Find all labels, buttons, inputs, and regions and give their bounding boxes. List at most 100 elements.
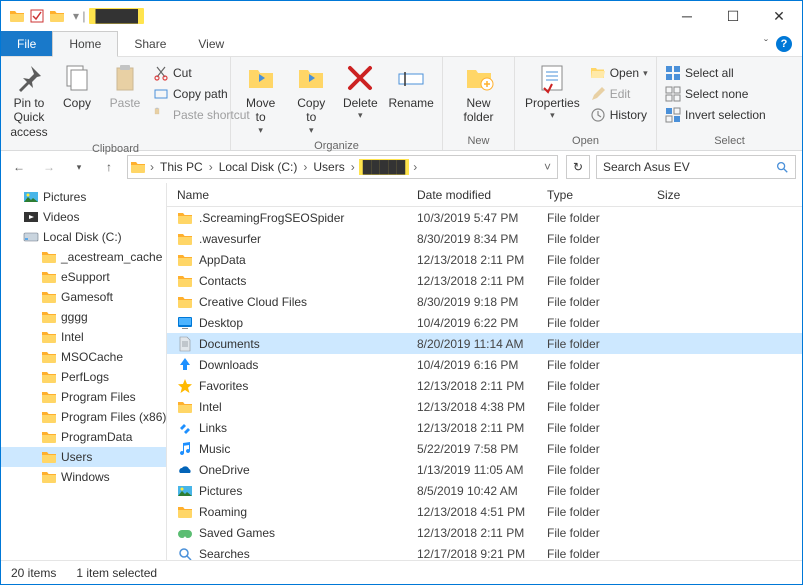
- tree-item-label: Pictures: [43, 190, 86, 204]
- crumb-current[interactable]: █████: [359, 159, 410, 175]
- table-row[interactable]: Links12/13/2018 2:11 PMFile folder: [167, 417, 802, 438]
- music-icon: [177, 441, 193, 457]
- folder-icon: [41, 469, 57, 485]
- chevron-right-icon[interactable]: ›: [349, 160, 357, 174]
- tree-item[interactable]: ProgramData: [1, 427, 166, 447]
- help-icon[interactable]: ?: [776, 36, 792, 52]
- file-type: File folder: [547, 379, 657, 393]
- nav-tree[interactable]: Pictures VideosLocal Disk (C:)_acestream_…: [1, 183, 167, 563]
- tree-item[interactable]: eSupport: [1, 267, 166, 287]
- table-row[interactable]: Intel12/13/2018 4:38 PMFile folder: [167, 396, 802, 417]
- minimize-button[interactable]: ─: [664, 1, 710, 31]
- tree-item[interactable]: Users: [1, 447, 166, 467]
- recent-button[interactable]: ▾: [67, 155, 91, 179]
- tree-item[interactable]: PerfLogs: [1, 367, 166, 387]
- tab-view[interactable]: View: [182, 31, 240, 56]
- address-dropdown-icon[interactable]: ˅: [544, 160, 551, 174]
- table-row[interactable]: AppData12/13/2018 2:11 PMFile folder: [167, 249, 802, 270]
- tab-share[interactable]: Share: [118, 31, 182, 56]
- tree-item[interactable]: Gamesoft: [1, 287, 166, 307]
- tree-item[interactable]: Program Files (x86): [1, 407, 166, 427]
- maximize-button[interactable]: ☐: [710, 1, 756, 31]
- table-row[interactable]: .wavesurfer8/30/2019 8:34 PMFile folder: [167, 228, 802, 249]
- copy-to-button[interactable]: Copy to▾: [286, 59, 336, 139]
- ribbon-collapse-icon[interactable]: ˇ: [764, 37, 768, 51]
- search-input[interactable]: Search Asus EV: [596, 155, 796, 179]
- file-type: File folder: [547, 358, 657, 372]
- pin-to-quick-access-button[interactable]: Pin to Quick access: [5, 59, 53, 142]
- crumb-disk[interactable]: Local Disk (C:): [217, 160, 300, 174]
- folder-icon: [41, 289, 57, 305]
- select-all-button[interactable]: Select all: [661, 63, 770, 83]
- invert-selection-button[interactable]: Invert selection: [661, 105, 770, 125]
- crumb-thispc[interactable]: This PC: [158, 160, 205, 174]
- properties-button[interactable]: Properties▾: [519, 59, 586, 124]
- tree-item[interactable]: Videos: [1, 207, 166, 227]
- paste-shortcut-button[interactable]: Paste shortcut: [149, 105, 254, 125]
- tree-item[interactable]: Intel: [1, 327, 166, 347]
- tree-item[interactable]: gggg: [1, 307, 166, 327]
- table-row[interactable]: Contacts12/13/2018 2:11 PMFile folder: [167, 270, 802, 291]
- desktop-icon: [177, 315, 193, 331]
- chevron-right-icon[interactable]: ›: [411, 160, 419, 174]
- move-to-button[interactable]: Move to▾: [235, 59, 286, 139]
- search-placeholder: Search Asus EV: [603, 160, 690, 174]
- search-icon[interactable]: [775, 160, 789, 174]
- chevron-right-icon[interactable]: ›: [301, 160, 309, 174]
- back-button[interactable]: ←: [7, 155, 31, 179]
- up-button[interactable]: ↑: [97, 155, 121, 179]
- file-type: File folder: [547, 526, 657, 540]
- new-folder-button[interactable]: New folder: [447, 59, 510, 128]
- file-name: Roaming: [199, 505, 247, 519]
- file-menu[interactable]: File: [1, 31, 52, 56]
- address-bar[interactable]: › This PC › Local Disk (C:) › Users › ██…: [127, 155, 558, 179]
- table-row[interactable]: Creative Cloud Files8/30/2019 9:18 PMFil…: [167, 291, 802, 312]
- table-row[interactable]: Music5/22/2019 7:58 PMFile folder: [167, 438, 802, 459]
- table-row[interactable]: OneDrive1/13/2019 11:05 AMFile folder: [167, 459, 802, 480]
- tree-item[interactable]: Program Files: [1, 387, 166, 407]
- folder-icon: [41, 409, 57, 425]
- tree-item[interactable]: MSOCache: [1, 347, 166, 367]
- copy-button[interactable]: Copy: [53, 59, 101, 113]
- table-row[interactable]: Documents8/20/2019 11:14 AMFile folder: [167, 333, 802, 354]
- paste-button[interactable]: Paste: [101, 59, 149, 113]
- file-date: 5/22/2019 7:58 PM: [417, 442, 547, 456]
- folder-icon: [41, 249, 57, 265]
- refresh-button[interactable]: ↻: [566, 155, 590, 179]
- tab-home[interactable]: Home: [52, 31, 118, 57]
- col-date[interactable]: Date modified: [417, 188, 547, 202]
- table-row[interactable]: Downloads10/4/2019 6:16 PMFile folder: [167, 354, 802, 375]
- tree-item[interactable]: Local Disk (C:): [1, 227, 166, 247]
- col-type[interactable]: Type: [547, 188, 657, 202]
- rename-button[interactable]: Rename: [384, 59, 438, 113]
- select-none-button[interactable]: Select none: [661, 84, 770, 104]
- folder-icon: [177, 210, 193, 226]
- history-button[interactable]: History: [586, 105, 652, 125]
- close-button[interactable]: ✕: [756, 1, 802, 31]
- tree-item[interactable]: _acestream_cache: [1, 247, 166, 267]
- tree-item[interactable]: Pictures: [1, 187, 166, 207]
- file-name: OneDrive: [199, 463, 250, 477]
- col-size[interactable]: Size: [657, 188, 717, 202]
- file-name: Desktop: [199, 316, 243, 330]
- table-row[interactable]: Pictures8/5/2019 10:42 AMFile folder: [167, 480, 802, 501]
- tree-item[interactable]: Windows: [1, 467, 166, 487]
- table-row[interactable]: .ScreamingFrogSEOSpider10/3/2019 5:47 PM…: [167, 207, 802, 228]
- edit-button[interactable]: Edit: [586, 84, 652, 104]
- file-type: File folder: [547, 211, 657, 225]
- col-name[interactable]: Name: [167, 188, 417, 202]
- table-row[interactable]: Desktop10/4/2019 6:22 PMFile folder: [167, 312, 802, 333]
- open-button[interactable]: Open ▾: [586, 63, 652, 83]
- table-row[interactable]: Roaming12/13/2018 4:51 PMFile folder: [167, 501, 802, 522]
- chevron-right-icon[interactable]: ›: [207, 160, 215, 174]
- file-name: .ScreamingFrogSEOSpider: [199, 211, 344, 225]
- file-name: AppData: [199, 253, 246, 267]
- crumb-users[interactable]: Users: [311, 160, 346, 174]
- file-date: 8/30/2019 9:18 PM: [417, 295, 547, 309]
- table-row[interactable]: Saved Games12/13/2018 2:11 PMFile folder: [167, 522, 802, 543]
- table-row[interactable]: Favorites12/13/2018 2:11 PMFile folder: [167, 375, 802, 396]
- delete-button[interactable]: Delete▾: [336, 59, 384, 124]
- forward-button[interactable]: →: [37, 155, 61, 179]
- checkbox-icon[interactable]: [29, 8, 45, 24]
- chevron-right-icon[interactable]: ›: [148, 160, 156, 174]
